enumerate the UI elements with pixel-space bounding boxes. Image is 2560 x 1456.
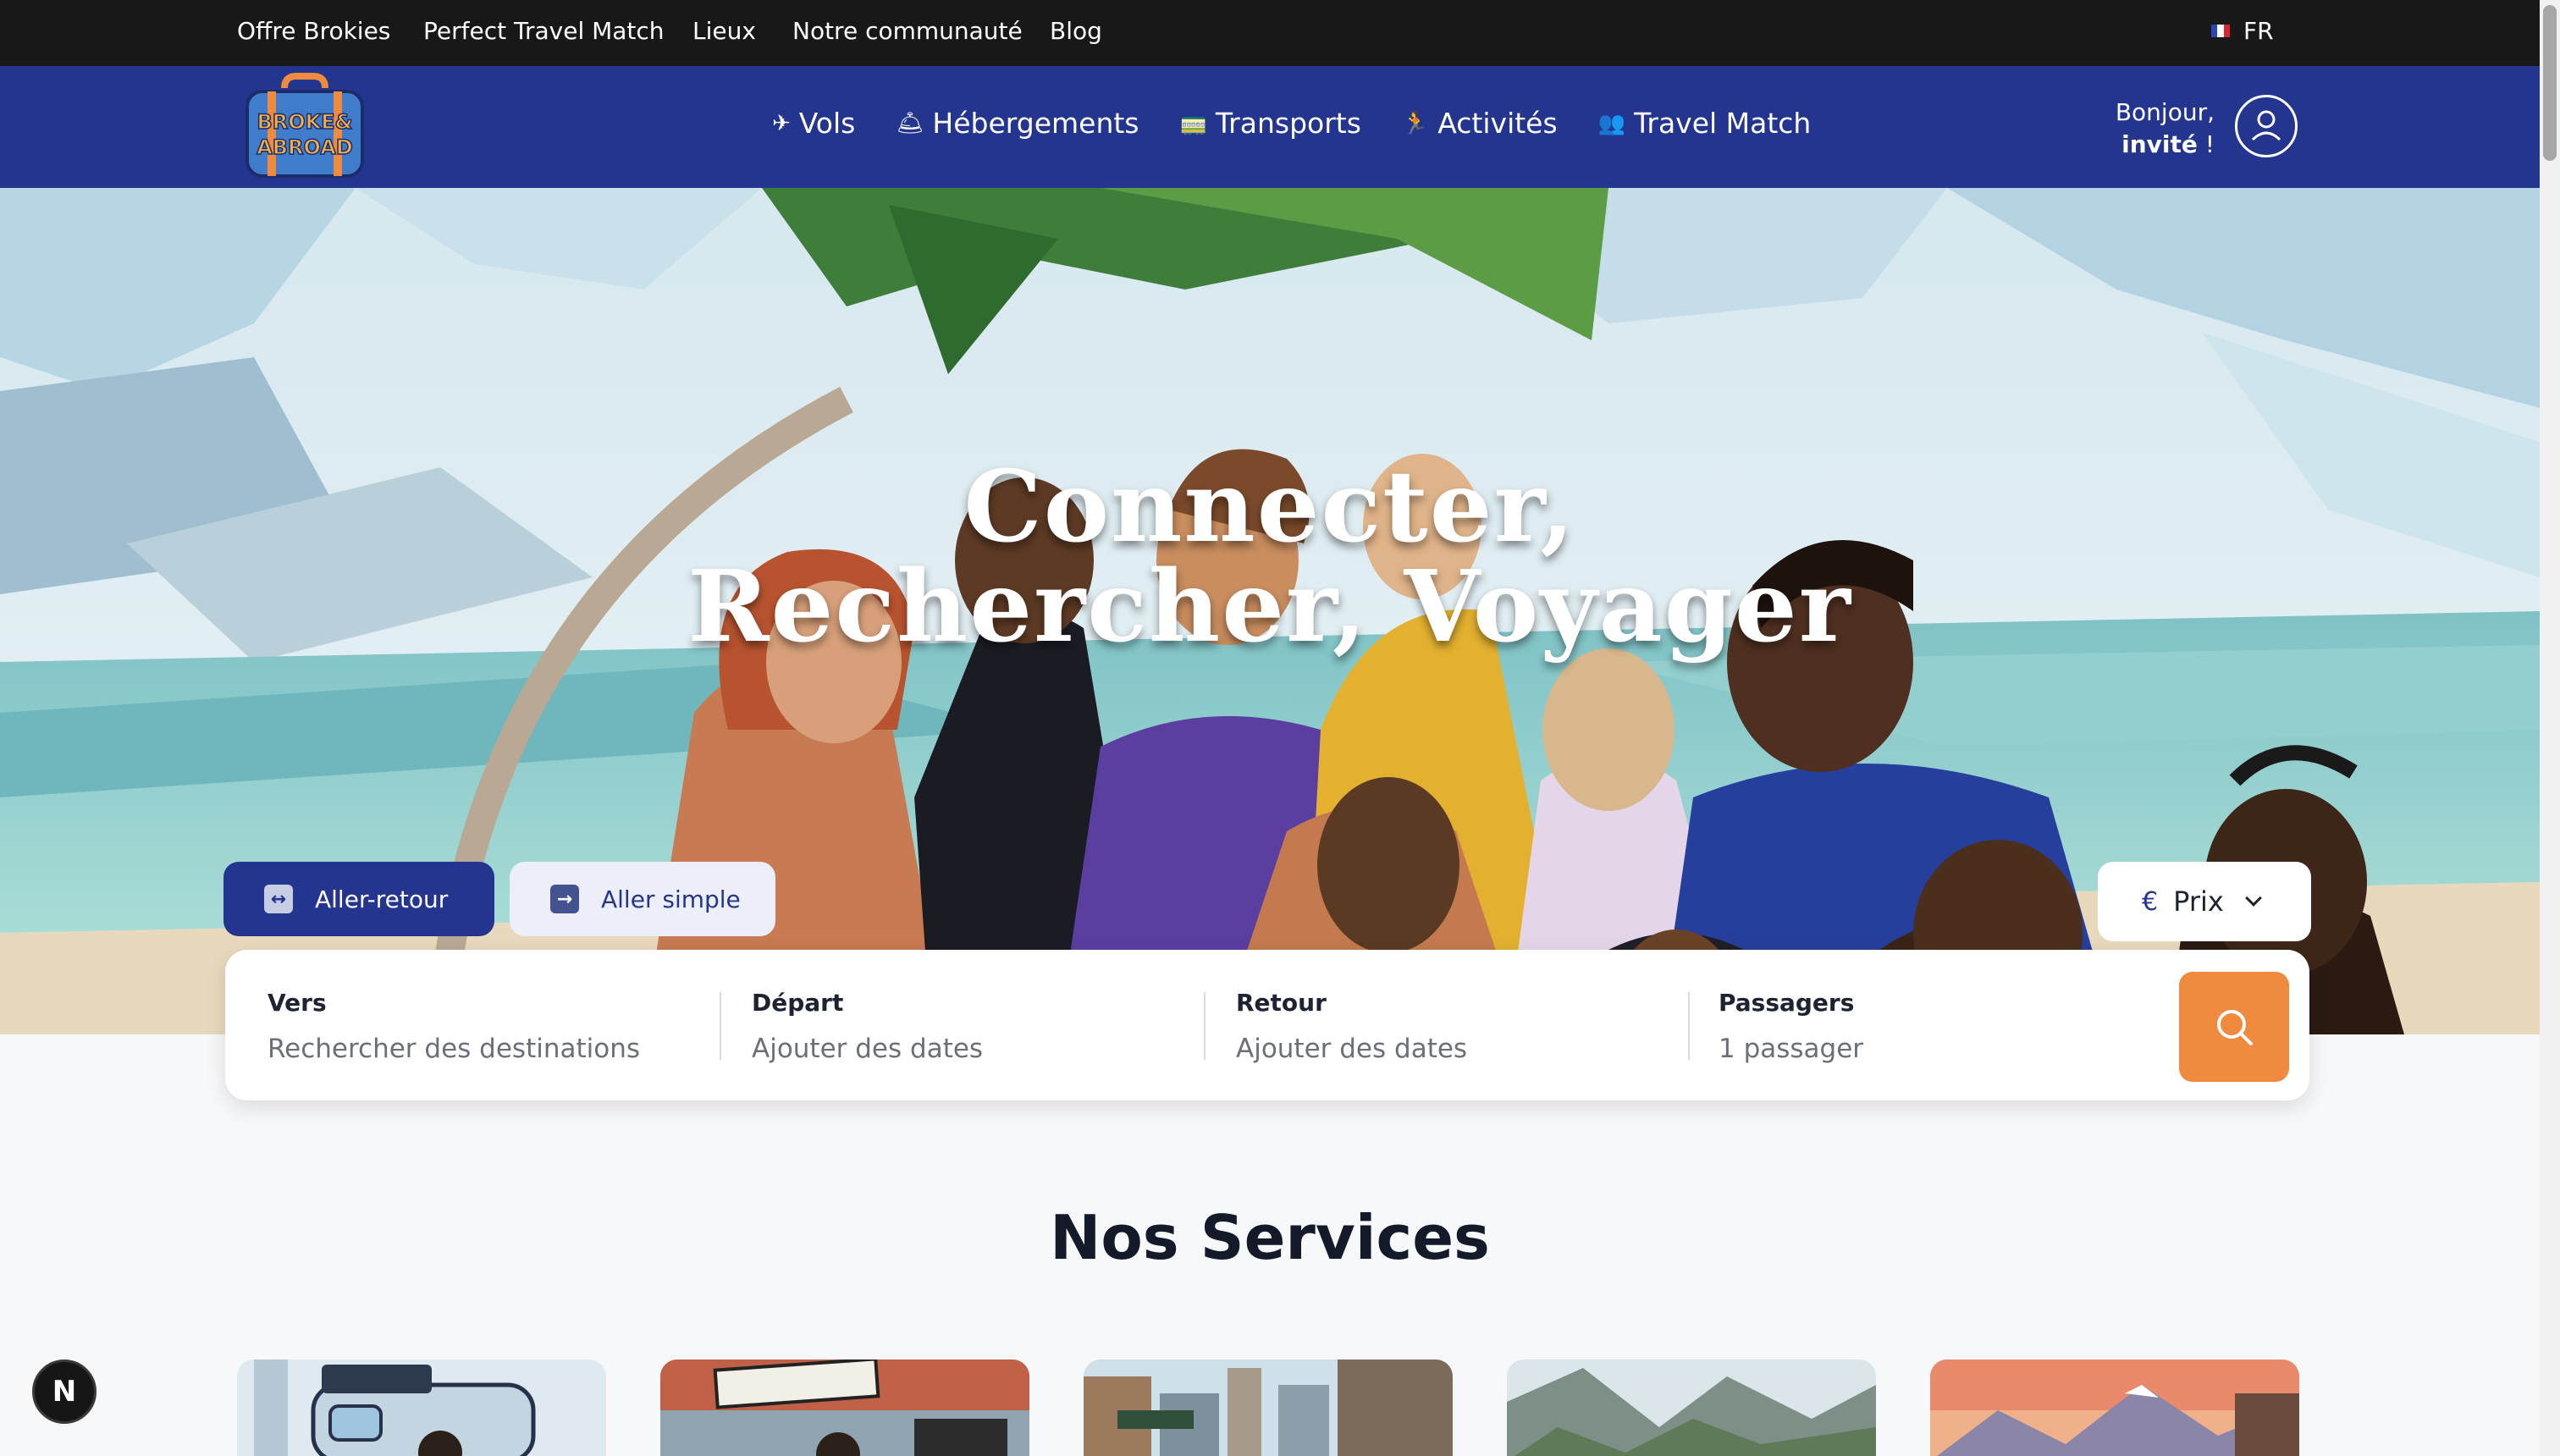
return-placeholder: Ajouter des dates <box>1236 1034 1468 1064</box>
one-way-button[interactable]: → Aller simple <box>510 862 775 936</box>
runner-icon: 🏃 <box>1401 110 1430 136</box>
nav-item-label: Transports <box>1215 107 1361 140</box>
service-card-image <box>237 1359 606 1456</box>
user-greeting: Bonjour, invité ! <box>2091 97 2215 161</box>
round-trip-arrows-icon: ↔ <box>264 885 293 913</box>
train-icon: 🚃 <box>1179 110 1207 136</box>
nav-item-label: Hébergements <box>932 107 1139 140</box>
hero-title: Connecter, Rechercher, Voyager <box>0 457 2540 657</box>
top-bar: Offre Brokies Perfect Travel Match Lieux… <box>0 0 2540 66</box>
service-card-image <box>1507 1359 1876 1456</box>
french-flag-icon <box>2211 25 2230 37</box>
hero-title-line2: Rechercher, Voyager <box>687 549 1852 665</box>
service-card-activities[interactable] <box>1507 1359 1876 1456</box>
departure-date-field[interactable]: Départ Ajouter des dates <box>752 989 983 1064</box>
hero-title-line1: Connecter, <box>963 449 1576 565</box>
search-icon <box>2217 1010 2253 1045</box>
topbar-link-communaute[interactable]: Notre communauté <box>792 17 1023 45</box>
nav-item-activites[interactable]: 🏃 Activités <box>1402 107 1558 140</box>
service-card-image <box>1084 1359 1453 1456</box>
service-card-travel-match[interactable] <box>1930 1359 2299 1456</box>
nav-item-transports[interactable]: 🚃 Transports <box>1180 107 1361 140</box>
service-card-transport[interactable] <box>1084 1359 1453 1456</box>
scrollbar-thumb[interactable] <box>2543 5 2557 161</box>
euro-icon: € <box>2142 886 2159 917</box>
one-way-arrow-icon: → <box>550 885 579 913</box>
nav-item-label: Travel Match <box>1634 107 1812 140</box>
nav-item-hebergements[interactable]: 🛎 Hébergements <box>896 107 1139 140</box>
service-card-accommodation[interactable] <box>660 1359 1029 1456</box>
greeting-hello: Bonjour, <box>2115 98 2215 126</box>
price-filter-dropdown[interactable]: € Prix <box>2098 862 2311 941</box>
one-way-label: Aller simple <box>601 885 741 913</box>
language-selector[interactable]: FR <box>2211 17 2274 45</box>
bell-icon: 🛎 <box>896 110 924 136</box>
topbar-link-lieux[interactable]: Lieux <box>692 17 756 45</box>
language-label: FR <box>2243 17 2274 45</box>
field-divider <box>1688 992 1690 1060</box>
service-card-image <box>660 1359 1029 1456</box>
departure-placeholder: Ajouter des dates <box>752 1034 984 1064</box>
people-icon: 👥 <box>1597 110 1626 136</box>
airplane-icon: ✈ <box>772 110 791 136</box>
main-navigation: BROKE& ABROAD ✈ Vols 🛎 Hébergements 🚃 Tr… <box>0 66 2540 188</box>
nav-item-travel-match[interactable]: 👥 Travel Match <box>1598 107 1812 140</box>
topbar-link-blog[interactable]: Blog <box>1050 17 1102 45</box>
passengers-label: Passagers <box>1719 989 1855 1017</box>
price-label: Prix <box>2173 885 2224 918</box>
round-trip-label: Aller-retour <box>315 885 449 913</box>
field-divider <box>1204 992 1206 1060</box>
user-icon <box>2251 110 2281 141</box>
services-heading: Nos Services <box>1050 1202 1490 1273</box>
nav-item-label: Vols <box>798 107 856 140</box>
field-divider <box>720 992 721 1060</box>
passengers-field[interactable]: Passagers 1 passager <box>1719 989 1863 1064</box>
next-dev-badge[interactable]: N <box>32 1359 97 1424</box>
topbar-link-offre-brokies[interactable]: Offre Brokies <box>237 17 390 45</box>
destination-placeholder: Rechercher des destinations <box>268 1034 641 1064</box>
departure-label: Départ <box>752 989 844 1017</box>
return-date-field[interactable]: Retour Ajouter des dates <box>1236 989 1467 1064</box>
logo-text-top: BROKE& <box>257 110 352 134</box>
page-scrollbar[interactable] <box>2540 0 2560 1456</box>
destination-label: Vers <box>268 989 327 1017</box>
return-label: Retour <box>1236 989 1327 1017</box>
round-trip-button[interactable]: ↔ Aller-retour <box>223 862 494 936</box>
nav-item-label: Activités <box>1437 107 1558 140</box>
greeting-name: invité <box>2121 130 2198 158</box>
passengers-value: 1 passager <box>1719 1034 1864 1064</box>
topbar-link-perfect-travel-match[interactable]: Perfect Travel Match <box>423 17 665 45</box>
service-card-image <box>1930 1359 2299 1456</box>
service-card-flights[interactable] <box>237 1359 606 1456</box>
destination-field[interactable]: Vers Rechercher des destinations <box>268 989 640 1064</box>
nav-links: ✈ Vols 🛎 Hébergements 🚃 Transports 🏃 Act… <box>772 107 1811 140</box>
user-account-button[interactable] <box>2235 95 2298 157</box>
search-card: Vers Rechercher des destinations Départ … <box>225 950 2309 1100</box>
nav-item-vols[interactable]: ✈ Vols <box>772 107 855 140</box>
logo-text-bottom: ABROAD <box>257 135 353 159</box>
chevron-down-icon <box>2244 890 2262 907</box>
search-button[interactable] <box>2179 972 2289 1082</box>
broke-abroad-logo[interactable]: BROKE& ABROAD <box>242 73 367 181</box>
greeting-suffix: ! <box>2197 130 2215 158</box>
